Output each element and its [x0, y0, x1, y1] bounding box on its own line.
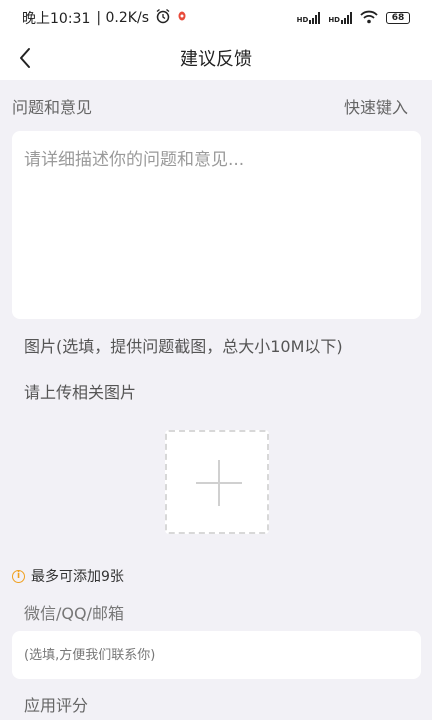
contact-label: 微信/QQ/邮箱 [24, 604, 124, 623]
status-bar: 晚上10:31 | 0.2K/s HD HD 68 [0, 0, 432, 36]
status-speed: | 0.2K/s [96, 10, 149, 26]
quick-input-button[interactable]: 快速键入 [344, 94, 408, 118]
upload-label: 请上传相关图片 [24, 383, 137, 402]
contact-input[interactable] [12, 631, 421, 679]
signal-icon-2: HD [328, 12, 352, 24]
add-image-button[interactable] [165, 430, 269, 534]
status-time: 晚上10:31 [22, 11, 91, 27]
notification-icon [177, 10, 187, 26]
info-icon: i [12, 569, 25, 583]
wifi-icon [360, 10, 378, 27]
back-arrow-icon[interactable] [12, 44, 40, 72]
max-images-note: i 最多可添加9张 [12, 566, 124, 586]
image-hint-label: 图片(选填，提供问题截图，总大小10M以下) [24, 337, 343, 356]
page-title: 建议反馈 [180, 49, 252, 70]
battery-icon: 68 [386, 12, 410, 24]
nav-bar: 建议反馈 [0, 36, 432, 80]
signal-icon-1: HD [297, 12, 321, 24]
rating-label: 应用评分 [24, 696, 89, 715]
alarm-icon [155, 8, 171, 28]
max-images-text: 最多可添加9张 [31, 569, 124, 585]
feedback-label: 问题和意见 [12, 98, 93, 117]
feedback-textarea[interactable] [12, 131, 421, 319]
